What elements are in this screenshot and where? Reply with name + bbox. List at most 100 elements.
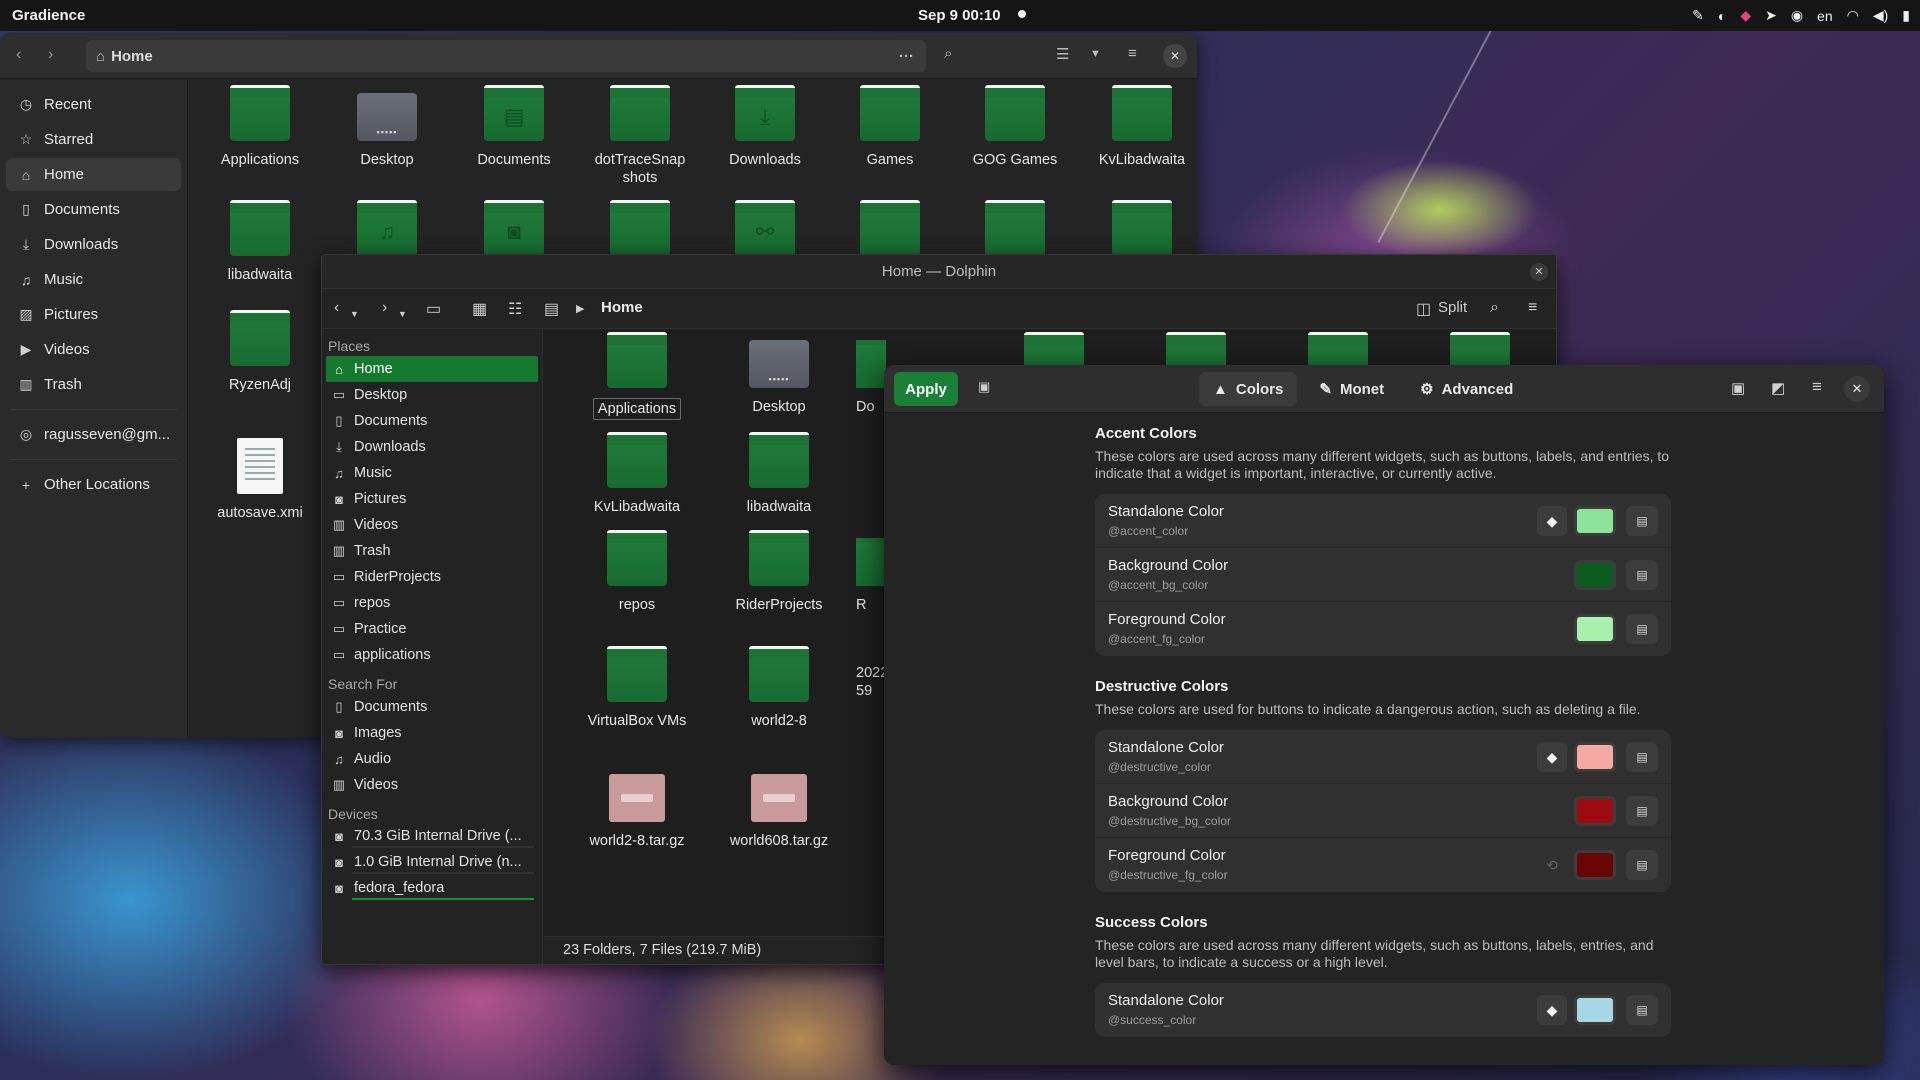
file-item[interactable]: Applications — [200, 85, 320, 169]
edit-text-icon[interactable]: ▤ — [1626, 742, 1658, 772]
sidebar-item-trash[interactable]: ▥ Trash — [6, 368, 181, 401]
icons-view-icon[interactable]: ▦ — [472, 299, 487, 319]
file-item[interactable]: Games — [830, 85, 950, 169]
clock[interactable]: Sep 9 00:10 — [918, 7, 1001, 24]
file-item[interactable]: ♫ — [327, 200, 447, 256]
search-item-images[interactable]: ◙ Images — [326, 720, 538, 746]
auto-palette-icon[interactable]: ◆ — [1537, 506, 1567, 536]
sidebar-item-starred[interactable]: ☆ Starred — [6, 123, 181, 156]
accessibility-icon[interactable]: ◐ — [1718, 8, 1726, 24]
search-item-videos[interactable]: ▥ Videos — [326, 772, 538, 798]
file-item[interactable] — [830, 200, 950, 256]
dolphin-titlebar[interactable]: Home — Dolphin ✕ — [322, 255, 1556, 289]
forward-icon[interactable]: › — [48, 46, 53, 64]
volume-icon[interactable]: ◀) — [1873, 7, 1888, 24]
search-item-documents[interactable]: ▯ Documents — [326, 694, 538, 720]
file-item[interactable]: GOG Games — [955, 85, 1075, 169]
places-item-downloads[interactable]: ⤓ Downloads — [326, 434, 538, 460]
places-item-documents[interactable]: ▯ Documents — [326, 408, 538, 434]
theme-preview-icon[interactable]: ◩ — [1771, 379, 1785, 397]
places-item-videos[interactable]: ▥ Videos — [326, 512, 538, 538]
places-item-trash[interactable]: ▥ Trash — [326, 538, 538, 564]
file-item[interactable]: Desktop — [327, 93, 447, 169]
main-menu-icon[interactable]: ≡ — [1812, 377, 1822, 397]
file-item[interactable]: world2-8.tar.gz — [572, 774, 702, 850]
back-icon[interactable]: ‹ — [16, 46, 21, 64]
file-item[interactable]: autosave.xmi — [200, 438, 320, 522]
split-button[interactable]: Split — [1438, 299, 1467, 316]
back-icon[interactable]: ‹ — [334, 299, 339, 317]
app-indicator-icon[interactable]: ◆ — [1740, 7, 1751, 24]
list-view-icon[interactable]: ☰ — [1056, 45, 1069, 63]
places-item-music[interactable]: ♫ Music — [326, 460, 538, 486]
tab-colors[interactable]: ▲ Colors — [1199, 372, 1298, 406]
search-icon[interactable]: ⌕ — [1490, 299, 1499, 317]
places-item-repos[interactable]: ▭ repos — [326, 590, 538, 616]
mini-preview-icon[interactable]: ▣ — [1731, 379, 1745, 397]
places-item-home[interactable]: ⌂ Home — [326, 356, 538, 382]
color-swatch-button[interactable] — [1574, 506, 1616, 536]
file-item[interactable]: KvLibadwaita — [1082, 85, 1197, 169]
file-item[interactable]: Do — [856, 340, 886, 416]
places-item-applications[interactable]: ▭ applications — [326, 642, 538, 668]
color-swatch-button[interactable] — [1574, 560, 1616, 590]
file-item[interactable]: RyzenAdj — [200, 310, 320, 394]
details-view-icon[interactable]: ▤ — [544, 299, 559, 319]
file-item[interactable] — [580, 200, 700, 256]
tab-monet[interactable]: ✎ Monet — [1305, 372, 1398, 406]
file-item[interactable]: ▤ Documents — [454, 85, 574, 169]
chevron-down-icon[interactable]: ▼ — [1090, 48, 1101, 60]
device-item[interactable]: ◙ 1.0 GiB Internal Drive (n... — [326, 850, 538, 876]
file-item[interactable]: KvLibadwaita — [572, 432, 702, 516]
file-item[interactable]: VirtualBox VMs — [572, 646, 702, 730]
file-item[interactable]: repos — [572, 530, 702, 614]
battery-icon[interactable]: ▮ — [1902, 7, 1910, 24]
back-history-icon[interactable]: ▼ — [350, 309, 359, 319]
places-item-riderprojects[interactable]: ▭ RiderProjects — [326, 564, 538, 590]
sidebar-item-music[interactable]: ♫ Music — [6, 263, 181, 296]
auto-palette-icon[interactable]: ◆ — [1537, 995, 1567, 1025]
sidebar-item-recent[interactable]: ◷ Recent — [6, 88, 181, 121]
color-swatch-button[interactable] — [1574, 995, 1616, 1025]
color-swatch-button[interactable] — [1574, 850, 1616, 880]
file-item[interactable]: ◙ — [454, 200, 574, 256]
edit-text-icon[interactable]: ▤ — [1626, 506, 1658, 536]
breadcrumb-home[interactable]: Home — [601, 299, 643, 316]
file-item[interactable]: libadwaita — [200, 200, 320, 284]
menu-icon[interactable]: ≡ — [1128, 45, 1137, 62]
color-picker-icon[interactable]: ✎ — [1692, 7, 1704, 24]
apply-button[interactable]: Apply — [894, 372, 958, 406]
language-indicator[interactable]: en — [1817, 8, 1833, 24]
places-item-practice[interactable]: ▭ Practice — [326, 616, 538, 642]
tab-advanced[interactable]: ⚙ Advanced — [1406, 372, 1527, 406]
menu-icon[interactable]: ≡ — [1528, 299, 1537, 317]
file-item[interactable] — [955, 200, 1075, 256]
forward-history-icon[interactable]: ▼ — [398, 309, 407, 319]
color-swatch-button[interactable] — [1574, 742, 1616, 772]
file-item[interactable] — [1082, 200, 1197, 256]
file-item[interactable]: world2-8 — [714, 646, 844, 730]
telegram-icon[interactable]: ➤ — [1765, 7, 1777, 24]
sidebar-item-documents[interactable]: ▯ Documents — [6, 193, 181, 226]
reset-icon[interactable]: ⟲ — [1537, 850, 1567, 880]
device-item[interactable]: ◙ fedora_fedora — [326, 876, 538, 902]
file-item[interactable]: ⚯ — [705, 200, 825, 256]
sidebar-item-home[interactable]: ⌂ Home — [6, 158, 181, 191]
more-options-icon[interactable]: ··· — [899, 48, 914, 65]
file-item[interactable]: world608.tar.gz — [714, 774, 844, 850]
active-app-name[interactable]: Gradience — [12, 7, 85, 24]
file-item[interactable]: RiderProjects — [714, 530, 844, 614]
close-icon[interactable]: ✕ — [1163, 44, 1187, 68]
color-swatch-button[interactable] — [1574, 796, 1616, 826]
sidebar-item-pictures[interactable]: ▨ Pictures — [6, 298, 181, 331]
gamepad-icon[interactable]: ◉ — [1791, 7, 1803, 24]
file-item[interactable]: Desktop — [714, 340, 844, 416]
sidebar-item-account[interactable]: ◎ ragusseven@gm... — [6, 418, 181, 451]
color-swatch-button[interactable] — [1574, 614, 1616, 644]
path-bar[interactable]: ⌂ Home ··· — [86, 40, 926, 72]
file-item[interactable]: dotTraceSnap shots — [580, 85, 700, 187]
file-item[interactable]: libadwaita — [714, 432, 844, 516]
device-item[interactable]: ◙ 70.3 GiB Internal Drive (... — [326, 824, 538, 850]
sidebar-item-downloads[interactable]: ⤓ Downloads — [6, 228, 181, 261]
edit-text-icon[interactable]: ▤ — [1626, 850, 1658, 880]
